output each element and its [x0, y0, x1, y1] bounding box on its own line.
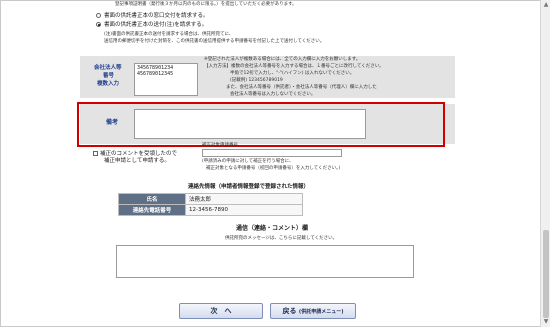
back-button-sub: (供託申請メニュー): [298, 309, 344, 315]
radio-mail-label: 書面の供託書正本の送付(注)を請求する。: [104, 21, 208, 28]
contact-title: 連絡先情報（申請者情報登録で登録された情報）: [188, 184, 310, 190]
correction-label-1: 補正のコメントを受領したので: [100, 150, 178, 157]
top-note: 登記事項証明書（発行後３か月以内のものに限る。）を提出していただく必要があります…: [115, 2, 297, 7]
radio-window-label: 書面の供託書正本の窓口交付を請求する。: [104, 12, 209, 19]
contact-name-label: 氏名: [118, 193, 186, 205]
mail-note-1: (注)書面の供託書正本の送付を請求する場合は、供託所宛てに、: [104, 32, 234, 37]
corp-number-line-2: 456789012345: [137, 71, 174, 77]
corp-label-3: 複数入力: [97, 81, 120, 87]
corp-note-1: ※登記された法人が複数ある場合には、全ての入力欄に入力をお願いします。: [204, 57, 361, 62]
radio-mail-delivery[interactable]: [96, 22, 101, 27]
corp-note-4: (記載例) 123456789019: [230, 78, 283, 83]
corp-note-5: また、会社法人等番号（供託者）・会社法人等番号（代理人）欄に入力した: [226, 85, 377, 90]
correction-checkbox[interactable]: [93, 151, 98, 156]
radio-window-delivery[interactable]: [96, 13, 101, 18]
correction-field-label: 補正対象申請番号: [202, 143, 238, 148]
vertical-scrollbar[interactable]: ▲ ▼: [540, 0, 550, 327]
corp-note-2: 【入力方法】複数の会社法人等番号を入力する場合は、１番号ごとに改行してください。: [204, 64, 384, 69]
corp-label-1: 会社法人等: [94, 65, 122, 71]
remarks-highlight-frame: [77, 102, 445, 147]
table-row: 氏名 法務太郎: [118, 193, 303, 205]
correction-number-input[interactable]: [202, 149, 342, 157]
correction-note-2: 補正対象となる申請番号（初回の申請番号）を入力してください。): [206, 166, 341, 171]
message-subtitle: 供託所宛のメッセージは、こちらに記載してください。: [225, 236, 338, 241]
scroll-up-icon[interactable]: ▲: [542, 1, 550, 9]
back-button-label: 戻る: [282, 307, 297, 315]
corp-note-3: 半角で12桁で入力し、"-"(ハイフン) は入れないでください。: [230, 71, 355, 76]
contact-name-value: 法務太郎: [185, 193, 303, 205]
contact-table: 氏名 法務太郎 連絡先電話番号 12-3456-7890: [118, 193, 303, 216]
next-button[interactable]: 次 へ: [179, 303, 263, 319]
scroll-thumb[interactable]: [543, 230, 549, 318]
scroll-down-icon[interactable]: ▼: [542, 318, 550, 326]
message-textarea[interactable]: [116, 245, 414, 278]
corp-note-6: 会社法人等番号は入力しないでください。: [230, 92, 316, 97]
form-content: 登記事項証明書（発行後３か月以内のものに限る。）を提出していただく必要があります…: [77, 0, 455, 327]
back-button[interactable]: 戻る (供託申請メニュー): [270, 303, 356, 319]
contact-phone-label: 連絡先電話番号: [118, 204, 186, 216]
message-title: 通信（連絡・コメント）欄: [236, 225, 309, 232]
correction-label-2: 補正申請として申請する。: [104, 158, 170, 164]
table-row: 連絡先電話番号 12-3456-7890: [118, 204, 303, 216]
corp-number-textarea[interactable]: 345678901234 456789012345: [134, 63, 198, 96]
corp-label-2: 番号: [103, 73, 115, 79]
contact-phone-value: 12-3456-7890: [185, 204, 303, 216]
mail-note-2: 送信用の郵便切手を付けた封筒を、この供託書の送信用提供する申請番号を付記した上で…: [104, 39, 325, 44]
correction-note-1: (申請済みの申請に対して補正を行う場合に、: [202, 159, 294, 164]
